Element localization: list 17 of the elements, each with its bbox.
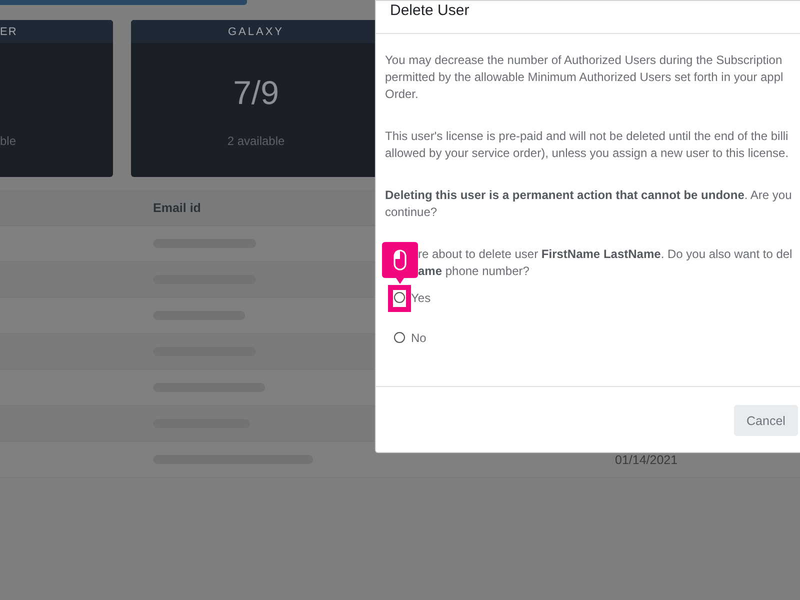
option-label: No (411, 330, 426, 344)
table-cell: 01/14/2021 (615, 452, 678, 466)
stat-value: 7/9 (233, 74, 279, 112)
dialog-title: Delete User (390, 2, 470, 19)
body-text: This user's license is pre-paid and will not be deleted until the end of the billi allowed by your service order), unless you assign a new user to this license. (385, 128, 789, 162)
radio-button[interactable] (394, 292, 405, 303)
question-text: re about to delete user FirstName LastName. Do you also want to del ame phone number? (418, 246, 792, 280)
card-header: ER (0, 20, 113, 43)
stat-caption: 2 available (227, 134, 285, 148)
body-text: Deleting this user is a permanent action that cannot be undone. Are you continue? (385, 187, 792, 221)
body-text: You may decrease the number of Authorized Users during the Subscription permitted by the allowable Minimum Authorized Users set forth in your appl Order. (385, 52, 784, 103)
radio-button[interactable] (394, 332, 405, 343)
column-header: Email id (153, 200, 201, 214)
cancel-button[interactable]: Cancel (734, 405, 798, 436)
mouse-icon (394, 250, 406, 270)
option-label: Yes (411, 290, 431, 304)
stat-caption: ble (0, 134, 16, 148)
